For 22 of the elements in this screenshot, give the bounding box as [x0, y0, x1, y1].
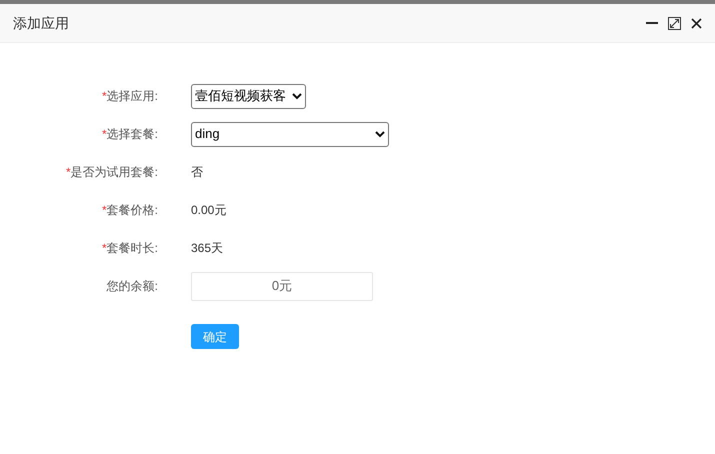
- balance-field[interactable]: 0元: [191, 272, 373, 300]
- field-label: 选择套餐:: [106, 126, 158, 143]
- dropdown[interactable]: ding: [191, 122, 389, 146]
- field-label: 选择应用:: [106, 88, 158, 105]
- caret-icon: [375, 130, 385, 138]
- field-label: 套餐时长:: [106, 240, 158, 257]
- field-label: 套餐价格:: [106, 202, 158, 219]
- required-mark: *: [102, 202, 107, 219]
- field-value: 否: [191, 164, 203, 181]
- maximize-icon[interactable]: [668, 16, 681, 30]
- dropdown[interactable]: 壹佰短视频获客: [191, 84, 306, 108]
- close-icon[interactable]: [691, 18, 702, 28]
- caret-icon: [292, 92, 302, 100]
- required-mark: *: [66, 164, 71, 181]
- field-value: 0.00元: [191, 202, 226, 219]
- field-label: 您的余额:: [106, 278, 158, 295]
- field-value: 365天: [191, 240, 224, 257]
- required-mark: *: [102, 240, 107, 257]
- required-mark: *: [102, 126, 107, 143]
- field-label: 是否为试用套餐:: [70, 164, 158, 181]
- required-mark: *: [102, 88, 107, 105]
- dialog-title: 添加应用: [13, 14, 70, 32]
